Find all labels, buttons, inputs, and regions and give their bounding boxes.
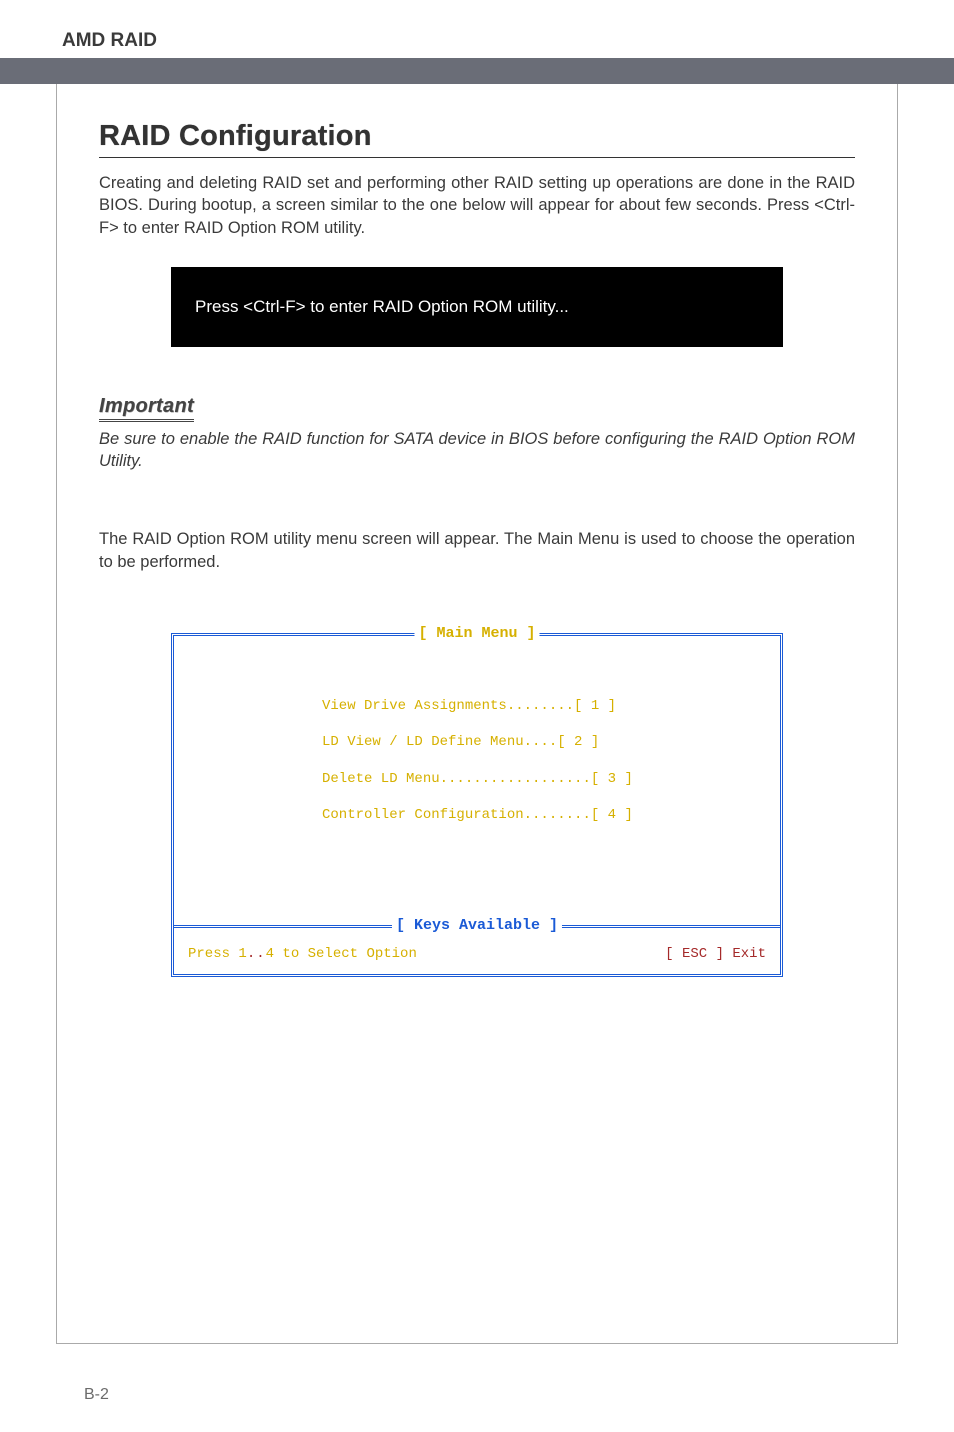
intro-paragraph: Creating and deleting RAID set and perfo… xyxy=(99,172,855,239)
bios-keys-right[interactable]: [ ESC ] Exit xyxy=(665,946,766,962)
bios-keys-title: [ Keys Available ] xyxy=(392,917,562,934)
bios-menu-item[interactable]: LD View / LD Define Menu....[ 2 ] xyxy=(322,724,760,760)
bios-menu: [ Main Menu ] View Drive Assignments....… xyxy=(171,633,783,978)
page-number: B-2 xyxy=(84,1386,109,1404)
section-title: RAID Configuration xyxy=(99,120,855,153)
bios-menu-item[interactable]: View Drive Assignments........[ 1 ] xyxy=(322,688,760,724)
important-label: Important xyxy=(99,395,194,422)
bios-main-panel: [ Main Menu ] View Drive Assignments....… xyxy=(174,636,780,929)
page-frame: RAID Configuration Creating and deleting… xyxy=(56,84,898,1344)
important-text: Be sure to enable the RAID function for … xyxy=(99,428,855,473)
header-bar xyxy=(0,58,954,84)
important-block: Important Be sure to enable the RAID fun… xyxy=(99,395,855,473)
bios-main-title: [ Main Menu ] xyxy=(414,625,539,642)
title-rule xyxy=(99,157,855,158)
header-title: AMD RAID xyxy=(62,30,892,52)
bios-menu-item[interactable]: Controller Configuration........[ 4 ] xyxy=(322,797,760,833)
body-paragraph-2: The RAID Option ROM utility menu screen … xyxy=(99,528,855,573)
bios-keys-title-wrap: [ Keys Available ] xyxy=(392,917,562,934)
bios-keys-panel: [ Keys Available ] Press 1..4 to Select … xyxy=(174,928,780,974)
bios-menu-items: View Drive Assignments........[ 1 ] LD V… xyxy=(194,688,760,834)
bios-keys-dots: .. xyxy=(247,946,266,962)
page-header: AMD RAID xyxy=(0,0,954,52)
bios-keys-left-post: 4 to Select Option xyxy=(266,946,417,962)
bios-menu-item[interactable]: Delete LD Menu..................[ 3 ] xyxy=(322,761,760,797)
bios-keys-left-pre: Press 1 xyxy=(188,946,247,962)
bios-main-title-wrap: [ Main Menu ] xyxy=(414,625,539,642)
ctrl-f-callout: Press <Ctrl-F> to enter RAID Option ROM … xyxy=(171,267,783,347)
bios-keys-left: Press 1..4 to Select Option xyxy=(188,946,417,962)
